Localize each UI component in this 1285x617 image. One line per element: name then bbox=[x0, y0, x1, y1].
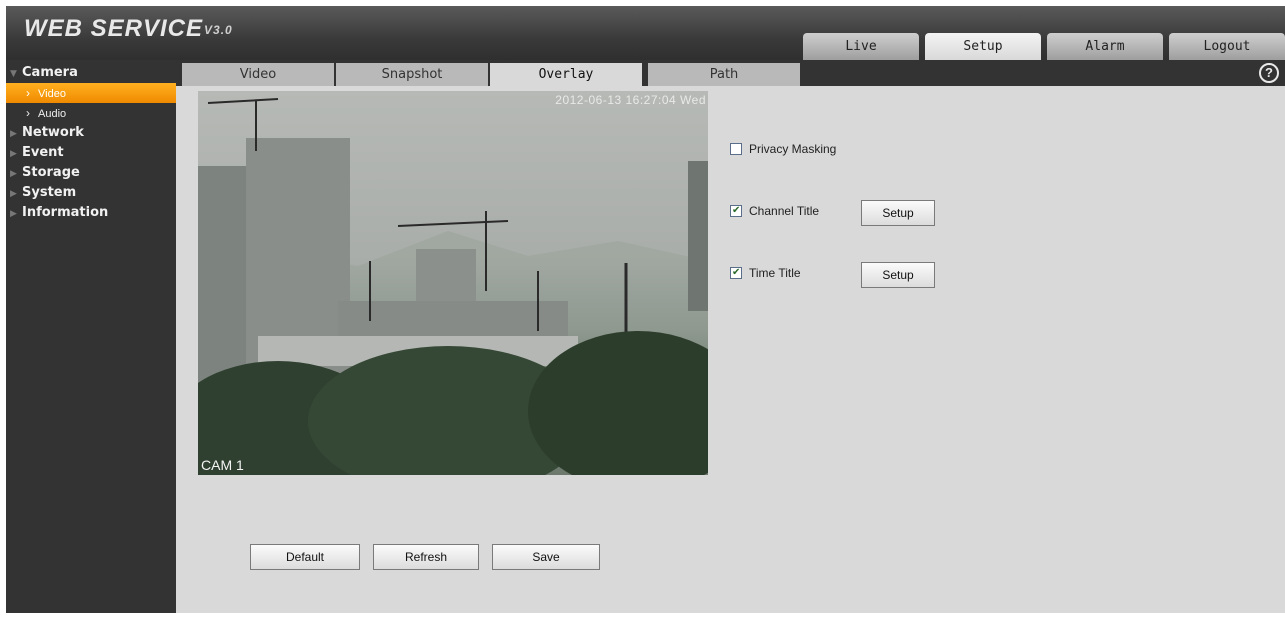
privacy-masking-checkbox[interactable] bbox=[730, 143, 742, 155]
chevron-right-icon: › bbox=[26, 86, 30, 100]
channel-title-label: Channel Title bbox=[749, 204, 820, 218]
triangle-right-icon: ▶ bbox=[10, 209, 17, 219]
triangle-right-icon: ▶ bbox=[10, 149, 17, 159]
chevron-right-icon: › bbox=[26, 106, 30, 120]
sidebar-subitem-video[interactable]: › Video bbox=[6, 83, 176, 103]
logo-text: WEB SERVICE bbox=[24, 15, 204, 42]
save-button[interactable]: Save bbox=[492, 544, 600, 570]
refresh-button[interactable]: Refresh bbox=[373, 544, 479, 570]
triangle-down-icon: ▼ bbox=[10, 69, 17, 79]
time-title-checkbox[interactable] bbox=[730, 266, 742, 280]
help-icon[interactable]: ? bbox=[1259, 63, 1279, 83]
tab-snapshot[interactable]: Snapshot bbox=[336, 63, 488, 86]
sidebar-item-camera[interactable]: ▼ Camera bbox=[6, 63, 176, 83]
tab-path[interactable]: Path bbox=[648, 63, 800, 86]
sidebar-subitem-label: Video bbox=[38, 88, 66, 100]
privacy-masking-option: Privacy Masking bbox=[730, 142, 836, 158]
sidebar-item-network[interactable]: ▶ Network bbox=[6, 123, 176, 143]
sidebar-item-label: Network bbox=[22, 125, 84, 140]
video-preview: 2012-06-13 16:27:04 Wed CAM 1 bbox=[198, 91, 708, 475]
privacy-masking-label: Privacy Masking bbox=[749, 142, 837, 156]
triangle-right-icon: ▶ bbox=[10, 189, 17, 199]
tab-video[interactable]: Video bbox=[182, 63, 334, 86]
channel-title-setup-button[interactable]: Setup bbox=[861, 200, 935, 226]
sidebar-item-storage[interactable]: ▶ Storage bbox=[6, 163, 176, 183]
sidebar-subitem-label: Audio bbox=[38, 108, 67, 120]
sidebar-item-information[interactable]: ▶ Information bbox=[6, 203, 176, 223]
sidebar-item-label: System bbox=[22, 185, 77, 200]
sidebar-item-label: Information bbox=[22, 205, 109, 220]
sidebar: ▼ Camera › Video › Audio ▶ Network ▶ Event ▶ S… bbox=[6, 60, 176, 613]
sidebar-item-label: Camera bbox=[22, 65, 78, 80]
tab-bar: Video Snapshot Overlay Path ? bbox=[176, 60, 1285, 86]
default-button[interactable]: Default bbox=[250, 544, 360, 570]
nav-alarm[interactable]: Alarm bbox=[1047, 33, 1163, 60]
time-title-setup-button[interactable]: Setup bbox=[861, 262, 935, 288]
logo-version: V3.0 bbox=[204, 23, 233, 37]
overlay-panel: 2012-06-13 16:27:04 Wed CAM 1 Privacy Ma… bbox=[176, 86, 1285, 613]
channel-title-checkbox[interactable] bbox=[730, 204, 742, 218]
time-osd: 2012-06-13 16:27:04 Wed bbox=[555, 93, 706, 107]
sidebar-item-event[interactable]: ▶ Event bbox=[6, 143, 176, 163]
channel-osd: CAM 1 bbox=[201, 457, 244, 473]
sidebar-item-label: Storage bbox=[22, 165, 80, 180]
camera-scene bbox=[198, 98, 708, 475]
tab-overlay[interactable]: Overlay bbox=[490, 63, 642, 86]
header: WEB SERVICEV3.0 Live Setup Alarm Logout bbox=[6, 6, 1285, 60]
nav-logout[interactable]: Logout bbox=[1169, 33, 1285, 60]
app-frame: WEB SERVICEV3.0 Live Setup Alarm Logout … bbox=[6, 6, 1285, 613]
triangle-right-icon: ▶ bbox=[10, 169, 17, 179]
channel-title-option: Channel Title bbox=[730, 204, 819, 220]
sidebar-subitem-audio[interactable]: › Audio bbox=[6, 103, 176, 123]
sidebar-item-label: Event bbox=[22, 145, 64, 160]
triangle-right-icon: ▶ bbox=[10, 129, 17, 139]
logo: WEB SERVICEV3.0 bbox=[24, 15, 233, 43]
sidebar-item-system[interactable]: ▶ System bbox=[6, 183, 176, 203]
nav-setup[interactable]: Setup bbox=[925, 33, 1041, 60]
nav-live[interactable]: Live bbox=[803, 33, 919, 60]
top-nav: Live Setup Alarm Logout bbox=[797, 33, 1285, 60]
time-title-option: Time Title bbox=[730, 266, 801, 282]
time-title-label: Time Title bbox=[749, 266, 801, 280]
